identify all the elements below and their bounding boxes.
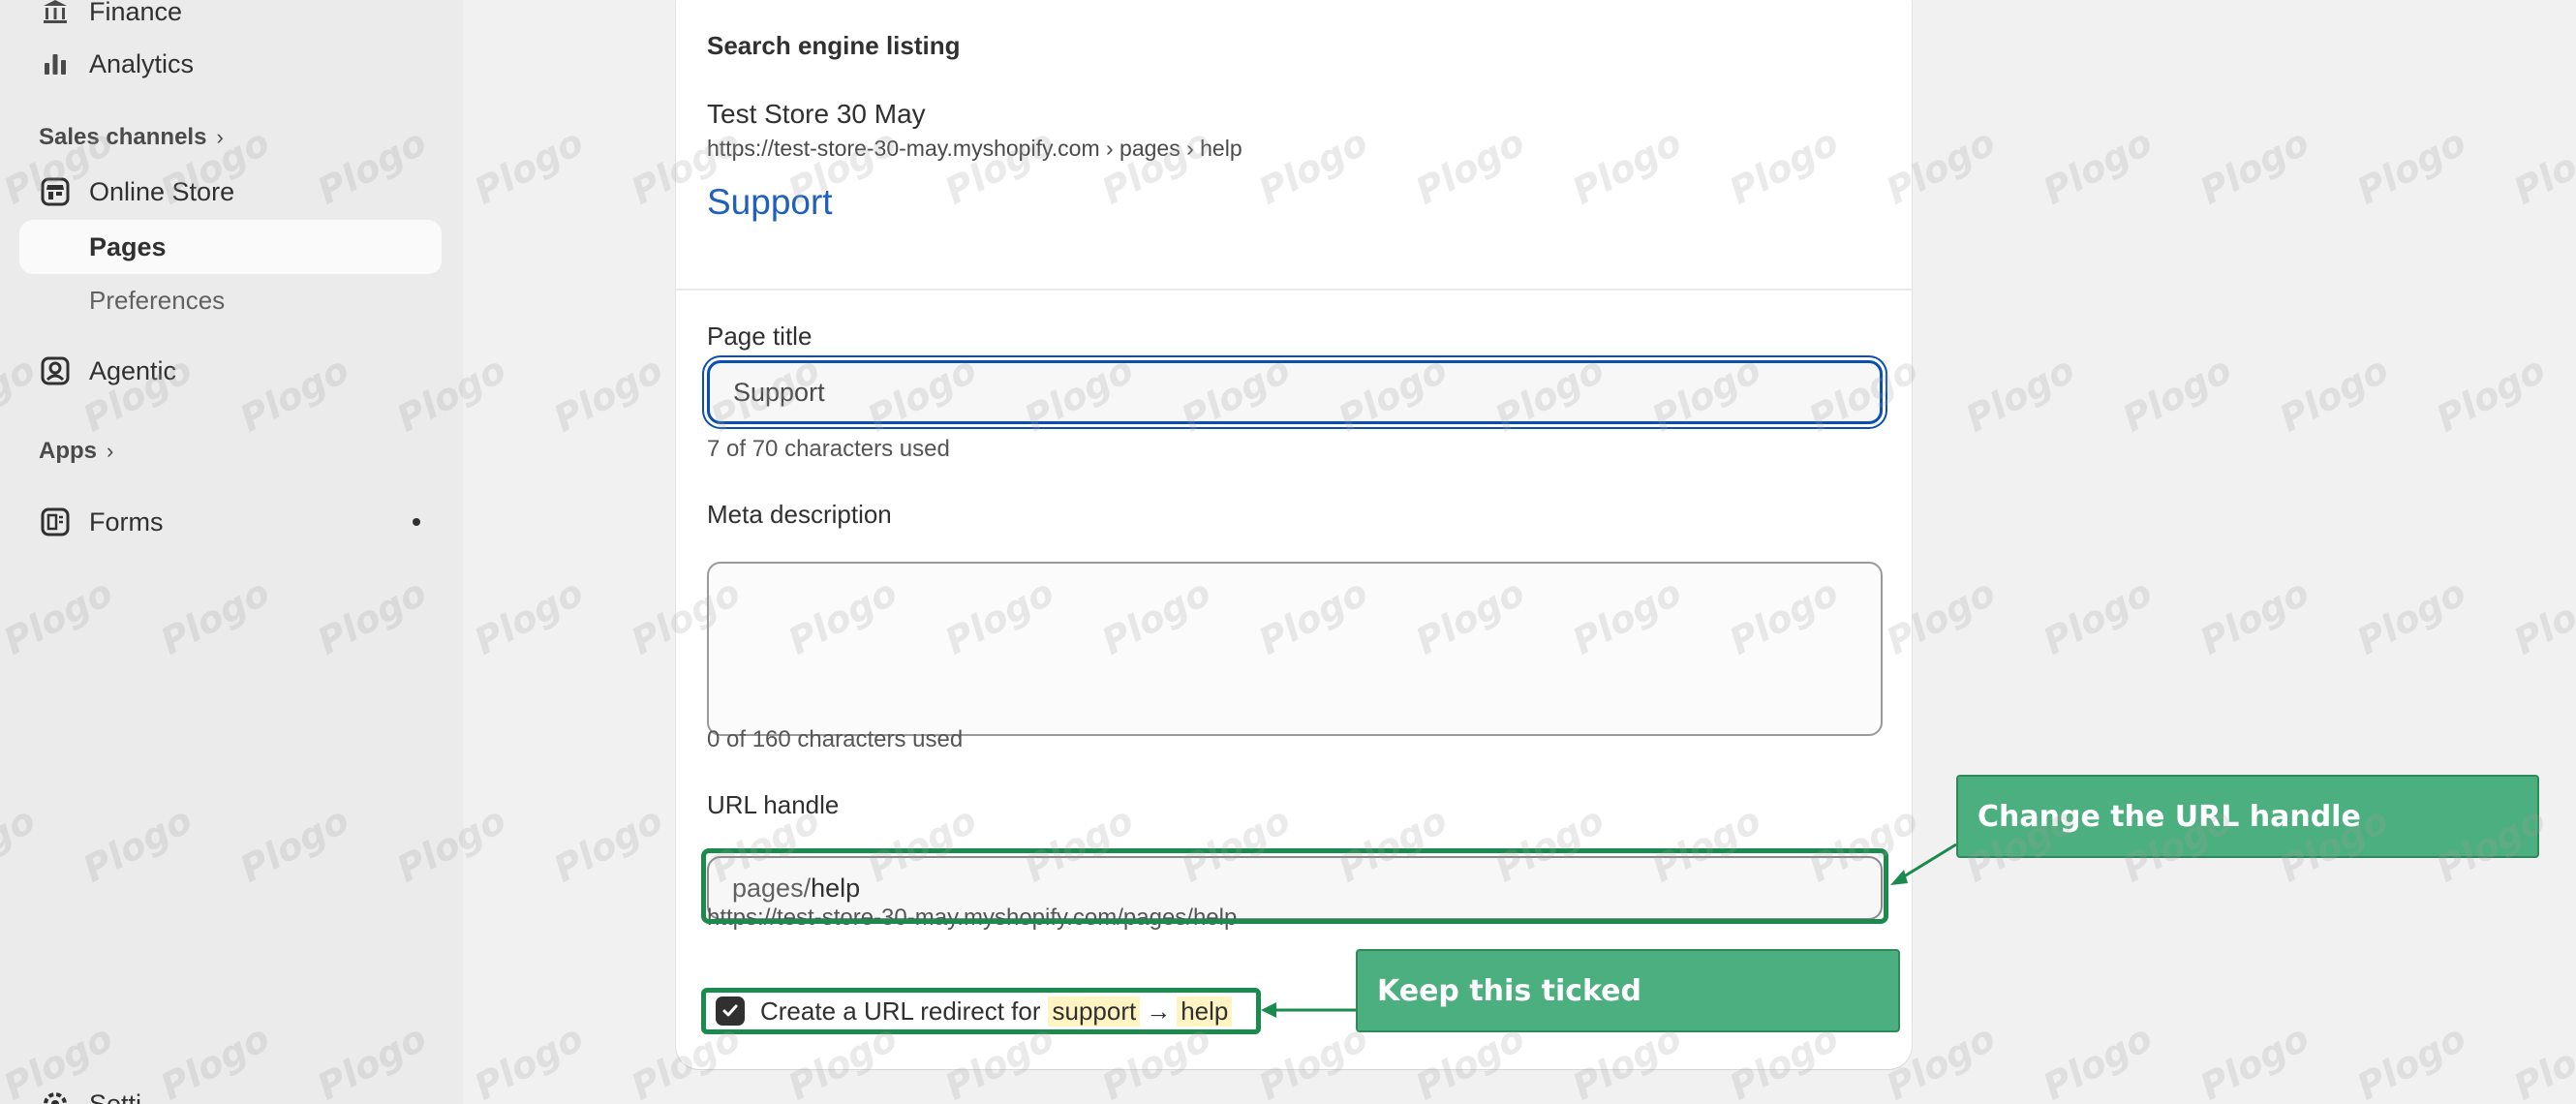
- sidebar-item-label: Online Store: [89, 176, 235, 206]
- watermark: Plogo: [2036, 570, 2160, 663]
- page-title-input[interactable]: Support: [707, 360, 1883, 424]
- notification-dot: [413, 518, 420, 526]
- section-heading-label: Apps: [39, 438, 97, 464]
- gear-icon: [39, 1088, 72, 1104]
- redirect-checkbox[interactable]: [716, 997, 745, 1026]
- watermark: Plogo: [2193, 570, 2316, 663]
- forms-icon: [39, 506, 72, 538]
- watermark: Plogo: [2429, 348, 2553, 441]
- redirect-label: Create a URL redirect for support → help: [760, 996, 1233, 1027]
- watermark: Plogo: [2272, 348, 2396, 441]
- sidebar-item-preferences[interactable]: Preferences: [19, 273, 442, 327]
- redirect-to: help: [1177, 996, 1233, 1027]
- sales-channels-heading[interactable]: Sales channels ›: [39, 124, 224, 151]
- sidebar-item-agentic[interactable]: Agentic: [19, 344, 442, 398]
- url-handle-label: URL handle: [707, 790, 840, 819]
- bar-chart-icon: [39, 47, 72, 80]
- agent-icon: [39, 354, 72, 387]
- apps-heading[interactable]: Apps ›: [39, 438, 113, 465]
- page-title-value: Support: [733, 377, 825, 407]
- meta-description-help: 0 of 160 characters used: [707, 726, 964, 752]
- page-title-label: Page title: [707, 322, 813, 351]
- watermark: Plogo: [467, 120, 591, 213]
- meta-description-label: Meta description: [707, 500, 892, 529]
- callout-keep-ticked: Keep this ticked: [1356, 949, 1900, 1032]
- sidebar-item-pages[interactable]: Pages: [19, 220, 442, 274]
- seo-preview-url: https://test-store-30-may.myshopify.com …: [707, 136, 1242, 161]
- card-title: Search engine listing: [707, 31, 961, 60]
- redirect-arrow: →: [1146, 996, 1172, 1026]
- callout-text: Change the URL handle: [1978, 799, 2361, 834]
- watermark: Plogo: [2349, 1016, 2473, 1104]
- sidebar-item-analytics[interactable]: Analytics: [19, 37, 442, 91]
- sidebar-item-settings[interactable]: Setti: [19, 1077, 442, 1104]
- bank-icon: [39, 0, 72, 28]
- checkmark-icon: [722, 1004, 738, 1017]
- watermark: Plogo: [2115, 348, 2239, 441]
- watermark: Plogo: [546, 348, 670, 441]
- sidebar-item-forms[interactable]: Forms: [19, 495, 442, 549]
- meta-description-input[interactable]: [707, 562, 1883, 736]
- sidebar-item-finance[interactable]: Finance: [19, 0, 442, 39]
- watermark: Plogo: [2506, 120, 2576, 213]
- seo-preview-title[interactable]: Support: [707, 182, 833, 223]
- seo-preview-store: Test Store 30 May: [707, 99, 926, 129]
- sidebar-item-label: Preferences: [89, 285, 226, 315]
- sidebar-item-label: Analytics: [89, 48, 195, 78]
- url-handle-highlight: [701, 848, 1888, 924]
- sidebar-item-label: Forms: [89, 506, 164, 537]
- watermark: Plogo: [2349, 570, 2473, 663]
- watermark: Plogo: [546, 798, 670, 891]
- watermark: Plogo: [2349, 120, 2473, 213]
- callout-change-url-handle: Change the URL handle: [1956, 775, 2539, 858]
- sidebar: Finance Analytics Sales channels › Onlin…: [0, 0, 463, 1104]
- redirect-label-text: Create a URL redirect for: [760, 996, 1041, 1026]
- watermark: Plogo: [2193, 1016, 2316, 1104]
- chevron-right-icon: ›: [216, 125, 224, 149]
- watermark: Plogo: [2193, 120, 2316, 213]
- redirect-checkbox-row[interactable]: Create a URL redirect for support → help: [701, 988, 1261, 1034]
- redirect-from: support: [1048, 996, 1141, 1027]
- callout-text: Keep this ticked: [1377, 973, 1641, 1008]
- watermark: Plogo: [467, 1016, 591, 1104]
- watermark: Plogo: [1958, 348, 2082, 441]
- watermark: Plogo: [2506, 570, 2576, 663]
- sidebar-item-label: Pages: [89, 231, 167, 261]
- divider: [676, 289, 1912, 291]
- sidebar-item-online-store[interactable]: Online Store: [19, 165, 442, 219]
- watermark: Plogo: [2036, 1016, 2160, 1104]
- section-heading-label: Sales channels: [39, 124, 207, 150]
- watermark: Plogo: [467, 570, 591, 663]
- chevron-right-icon: ›: [107, 439, 114, 463]
- page-title-help: 7 of 70 characters used: [707, 436, 950, 462]
- watermark: Plogo: [2036, 120, 2160, 213]
- sidebar-item-label: Finance: [89, 0, 183, 26]
- store-icon: [39, 175, 72, 208]
- watermark: Plogo: [2506, 1016, 2576, 1104]
- sidebar-item-label: Setti: [89, 1089, 142, 1104]
- sidebar-item-label: Agentic: [89, 355, 177, 385]
